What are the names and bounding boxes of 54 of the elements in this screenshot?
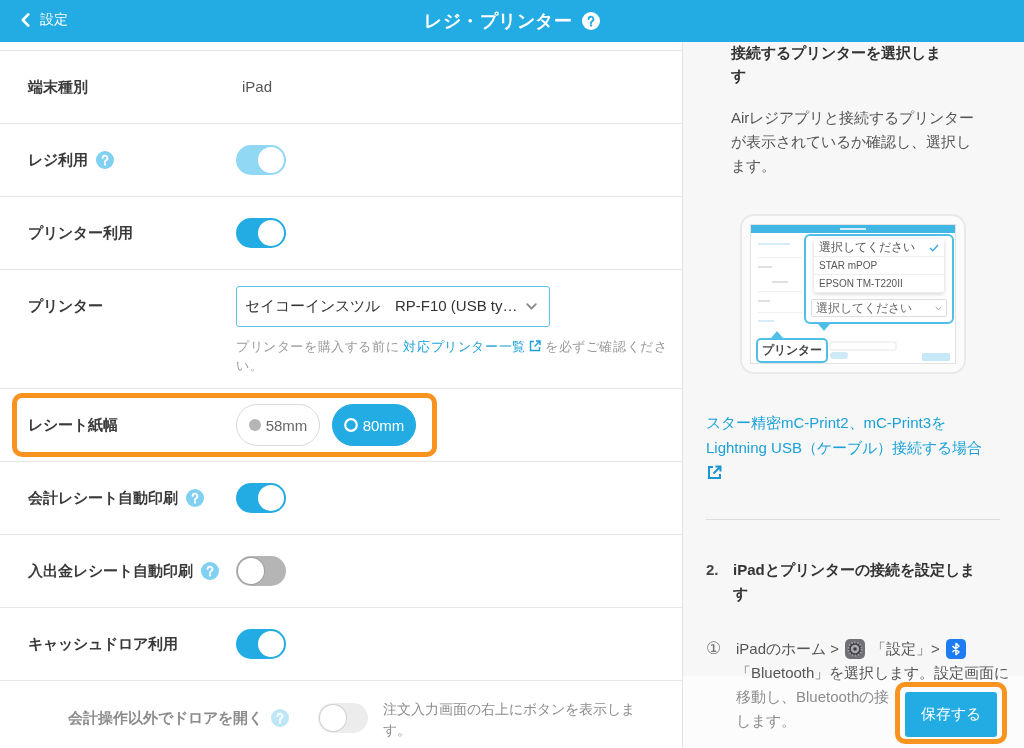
toggle-switch[interactable] (236, 483, 286, 513)
radio-dot-icon (248, 419, 261, 431)
setting-label: 端末種別 (28, 77, 88, 97)
radio-ring-icon (343, 418, 358, 432)
substep-number: ① (706, 638, 723, 660)
step-text: 移動し、Bluetoothの接 (736, 687, 890, 707)
printer-note: プリンターを購入する前に 対応プリンター一覧 を必ずご確認ください。 (236, 338, 668, 375)
bluetooth-icon (945, 639, 966, 659)
step-number: 2. (706, 560, 720, 580)
toggle-switch[interactable] (236, 218, 286, 248)
step-text: 「Bluetooth」を選択します。設定画面に (736, 663, 1010, 683)
setting-label: キャッシュドロア利用 (28, 634, 178, 654)
setting-label: 会計操作以外でドロアを開く (68, 708, 263, 728)
printer-select[interactable]: セイコーインスツル RP-F10 (USB ty… (236, 286, 550, 327)
setting-label: 会計レシート自動印刷 (28, 488, 178, 508)
external-link-icon (528, 340, 541, 352)
setting-label: プリンター (28, 297, 103, 316)
help-icon[interactable] (201, 562, 219, 580)
setting-label: 入出金レシート自動印刷 (28, 561, 193, 581)
dropdown-option: EPSON TM-T220II (814, 275, 944, 293)
back-button[interactable]: 設定 (21, 11, 68, 29)
step-text: します。 (736, 711, 796, 731)
toggle-switch[interactable] (236, 556, 286, 586)
compatible-printers-link[interactable]: 対応プリンター一覧 (403, 339, 541, 354)
toggle-switch[interactable] (236, 629, 286, 659)
chevron-left-icon (21, 13, 30, 27)
chevron-down-icon (526, 303, 537, 310)
setting-value: iPad (241, 78, 273, 95)
guide-link[interactable]: スター精密mC-Print2、mC-Print3をLightning USB（ケーブル）接続する場合 (706, 410, 996, 485)
gear-icon (844, 639, 865, 659)
setting-label: レジ利用 (28, 150, 88, 170)
dropdown-option: 選択してください (814, 239, 944, 257)
step-heading: iPadとプリンターの接続を設定します (733, 560, 976, 604)
chevron-down-icon (935, 305, 942, 311)
save-button[interactable]: 保存する (905, 692, 997, 737)
help-icon[interactable] (582, 12, 600, 30)
sample-select-field: 選択してください (811, 299, 947, 317)
paper-width-option[interactable]: 80mm (332, 404, 416, 446)
setting-description: 注文入力画面の右上にボタンを表示します。 (383, 700, 636, 740)
dropdown-option: STAR mPOP (814, 257, 944, 275)
toggle-switch[interactable] (318, 703, 368, 733)
external-link-icon (707, 465, 722, 480)
page-title: レジ・プリンター (424, 10, 572, 33)
help-icon[interactable] (186, 489, 204, 507)
step-heading: 接続するプリンターを選択します (731, 43, 942, 86)
help-icon[interactable] (271, 709, 289, 727)
setting-label: レシート紙幅 (28, 415, 118, 435)
setting-label: プリンター利用 (28, 223, 133, 243)
callout-label: プリンター (756, 338, 828, 363)
callout-tail-icon (771, 331, 783, 338)
step-description: Airレジアプリと接続するプリンターが表示されているか確認し、選択します。 (731, 108, 976, 176)
step-text: iPadのホーム > (736, 639, 839, 659)
paper-width-option[interactable]: 58mm (236, 404, 320, 446)
step-text: 「設定」> (870, 639, 940, 659)
